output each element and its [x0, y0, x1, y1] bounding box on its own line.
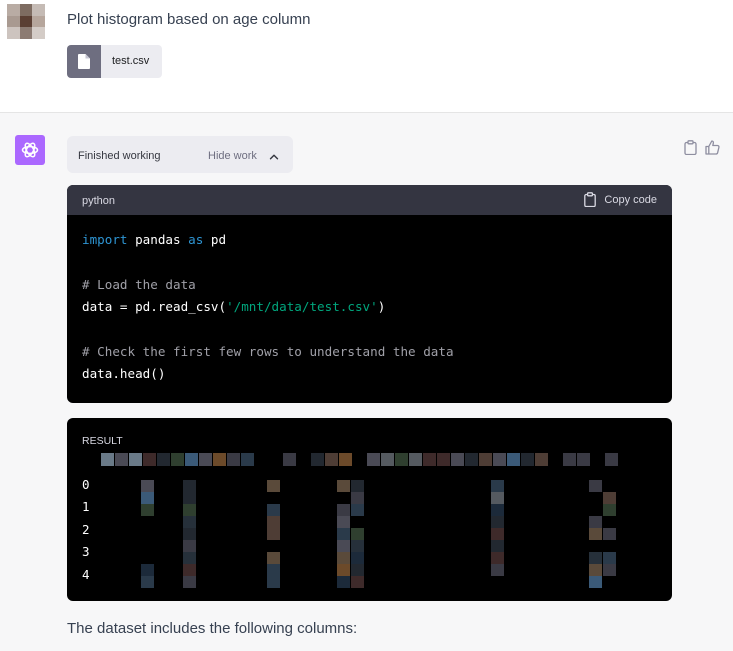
row-index: 1 [82, 499, 90, 514]
code-header: python Copy code [67, 185, 672, 215]
user-avatar [7, 4, 45, 39]
message-actions [684, 140, 720, 160]
copy-code-button[interactable]: Copy code [584, 192, 657, 207]
code-line: data = pd.read_csv('/mnt/data/test.csv') [82, 299, 386, 315]
code-content[interactable]: import pandas as pd # Load the data data … [67, 215, 672, 400]
thumbs-up-icon[interactable] [705, 140, 720, 160]
user-message: Plot histogram based on age column test.… [0, 0, 733, 113]
copy-code-label: Copy code [604, 193, 657, 206]
assistant-avatar [15, 135, 45, 165]
result-table-blurred [101, 453, 618, 588]
followup-text: The dataset includes the following colum… [67, 620, 358, 637]
code-language: python [82, 195, 116, 207]
code-line: # Check the first few rows to understand… [82, 344, 454, 360]
openai-logo-icon [21, 142, 39, 158]
result-title: RESULT [82, 435, 123, 447]
code-line: # Load the data [82, 276, 196, 292]
attachment-name: test.csv [112, 55, 150, 67]
attachment-chip[interactable]: test.csv [67, 45, 162, 78]
chevron-up-icon[interactable] [269, 149, 279, 167]
clipboard-icon [584, 192, 597, 207]
row-index: 3 [82, 544, 90, 559]
code-line: data.head() [82, 366, 166, 382]
hide-work-button[interactable]: Hide work [208, 150, 257, 162]
row-index: 0 [82, 477, 90, 492]
clipboard-icon[interactable] [684, 140, 697, 160]
row-index: 2 [82, 522, 90, 537]
code-block: python Copy code import pandas as pd # L… [67, 185, 672, 403]
result-block: RESULT 0 1 2 3 4 [67, 418, 672, 601]
work-status-label: Finished working [78, 150, 161, 162]
user-message-text: Plot histogram based on age column [67, 11, 311, 28]
work-status-pill: Finished working Hide work [67, 136, 293, 173]
file-icon [67, 45, 101, 78]
code-line: import pandas as pd [82, 232, 227, 247]
row-index: 4 [82, 567, 90, 582]
